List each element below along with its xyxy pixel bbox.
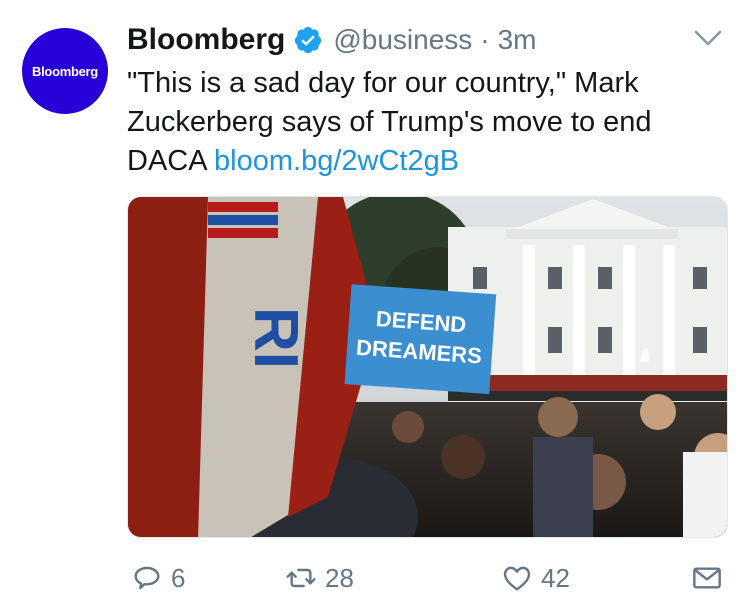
author-name[interactable]: Bloomberg [127, 23, 285, 57]
like-count: 42 [541, 562, 570, 593]
tweet-actions: 6 28 42 [127, 558, 727, 598]
reply-button[interactable]: 6 [131, 558, 185, 598]
direct-message-icon [693, 567, 721, 589]
tweet-link[interactable]: bloom.bg/2wCt2gB [214, 145, 459, 177]
tweet-header: Bloomberg @business · 3m [127, 20, 537, 60]
avatar-label: Bloomberg [32, 63, 98, 79]
banner-text: RI [241, 307, 310, 369]
retweet-button[interactable]: 28 [285, 558, 354, 598]
tweet-text: "This is a sad day for our country," Mar… [127, 64, 727, 181]
verified-badge-icon [295, 26, 322, 54]
retweet-icon [286, 568, 316, 588]
tweet-photo[interactable]: RI DEFEND DREAMERS [127, 196, 728, 538]
like-button[interactable]: 42 [501, 558, 570, 598]
direct-message-button[interactable] [691, 558, 723, 598]
chevron-down-icon[interactable] [692, 26, 724, 50]
retweet-count: 28 [325, 562, 354, 593]
reply-count: 6 [171, 562, 186, 593]
separator-dot: · [480, 24, 490, 55]
defend-dreamers-sign: DEFEND DREAMERS [344, 284, 497, 395]
reply-icon [134, 566, 160, 590]
avatar[interactable]: Bloomberg [22, 28, 108, 114]
author-handle[interactable]: @business [333, 24, 472, 56]
timestamp[interactable]: 3m [498, 24, 537, 56]
like-icon [503, 566, 531, 591]
